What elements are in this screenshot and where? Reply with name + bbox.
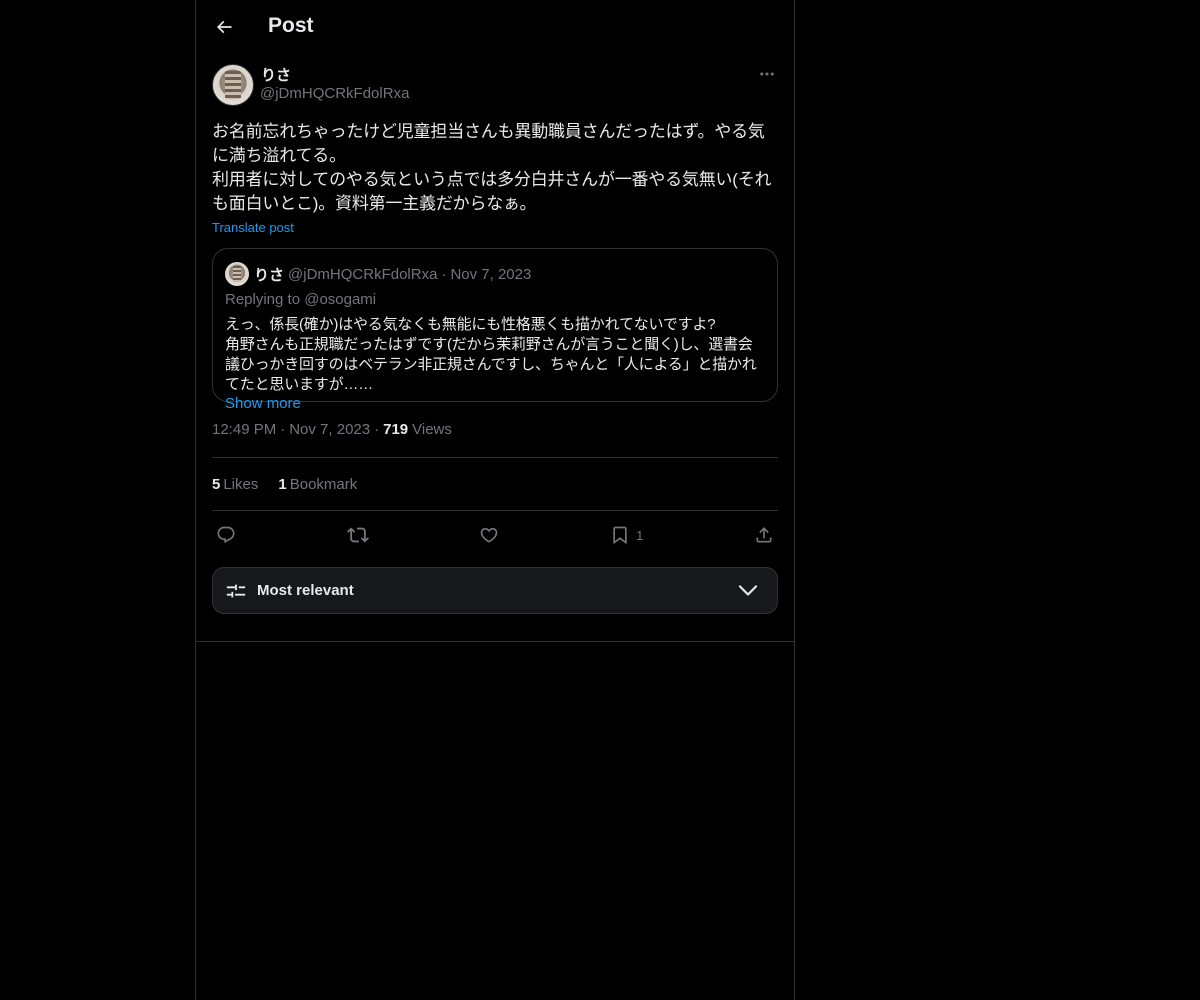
main-column: Post りさ @jDmHQCRkFdolRxa お名前忘れちゃったけど児童担当… <box>195 0 795 1000</box>
engagement-stats: 5 Likes 1 Bookmark <box>212 458 778 511</box>
quoted-handle: @jDmHQCRkFdolRxa <box>288 265 438 283</box>
likes-stat[interactable]: 5 Likes <box>212 476 258 493</box>
views-count: 719 <box>383 421 409 438</box>
heart-icon <box>479 525 499 545</box>
reply-icon <box>216 525 236 545</box>
quoted-post-header: りさ @jDmHQCRkFdolRxa · Nov 7, 2023 <box>225 261 765 287</box>
post-text: お名前忘れちゃったけど児童担当さんも異動職員さんだったはず。やる気に満ち溢れてる… <box>212 122 772 213</box>
meta-separator: · <box>280 421 286 438</box>
show-more-link[interactable]: Show more <box>225 395 301 412</box>
quoted-date: Nov 7, 2023 <box>450 265 532 283</box>
user-handle[interactable]: @jDmHQCRkFdolRxa <box>260 85 409 102</box>
quoted-replying-to: Replying to @osogami <box>225 291 377 308</box>
likes-count: 5 <box>212 475 221 493</box>
views-label: Views <box>412 421 452 438</box>
page-header: Post <box>196 0 794 54</box>
bookmarks-count: 1 <box>278 475 287 493</box>
more-horizontal-icon <box>758 65 776 83</box>
more-button[interactable] <box>756 64 778 84</box>
sort-label: Most relevant <box>257 582 354 599</box>
chevron-down-icon <box>737 581 759 599</box>
translate-post-link[interactable]: Translate post <box>212 220 294 235</box>
quoted-post[interactable]: りさ @jDmHQCRkFdolRxa · Nov 7, 2023 Replyi… <box>212 248 778 412</box>
repost-button[interactable] <box>346 524 369 546</box>
post: りさ @jDmHQCRkFdolRxa お名前忘れちゃったけど児童担当さんも異動… <box>196 64 794 614</box>
post-time[interactable]: 12:49 PM <box>212 421 276 438</box>
post-date[interactable]: Nov 7, 2023 <box>289 421 370 438</box>
likes-label: Likes <box>223 475 259 493</box>
share-icon <box>754 525 774 545</box>
sort-replies-dropdown[interactable]: Most relevant <box>212 567 778 614</box>
post-meta: 12:49 PM · Nov 7, 2023 · 719 Views <box>212 421 778 458</box>
quoted-separator: · <box>441 265 447 283</box>
display-name[interactable]: りさ <box>261 64 291 85</box>
reply-button[interactable] <box>216 525 236 545</box>
meta-separator: · <box>374 421 380 438</box>
quoted-text: えっ、係長(確か)はやる気なくも無能にも性格悪くも描かれてないですよ? 角野さん… <box>225 316 757 393</box>
repost-icon <box>346 524 369 546</box>
section-divider <box>196 641 794 642</box>
bookmarks-stat[interactable]: 1 Bookmark <box>278 476 357 493</box>
post-author: りさ @jDmHQCRkFdolRxa <box>212 64 778 120</box>
bookmarks-label: Bookmark <box>289 475 358 493</box>
bookmark-icon <box>610 525 630 545</box>
page-title: Post <box>268 14 314 37</box>
share-button[interactable] <box>754 525 774 545</box>
sliders-icon <box>225 580 247 602</box>
bookmark-count: 1 <box>636 527 644 543</box>
bookmark-button[interactable]: 1 <box>610 525 643 545</box>
like-button[interactable] <box>479 525 499 545</box>
arrow-left-icon <box>214 17 234 37</box>
action-bar: 1 <box>212 511 778 559</box>
quoted-avatar <box>225 262 249 286</box>
avatar[interactable] <box>212 64 254 106</box>
back-button[interactable] <box>210 13 238 41</box>
quoted-display-name: りさ <box>254 266 285 284</box>
